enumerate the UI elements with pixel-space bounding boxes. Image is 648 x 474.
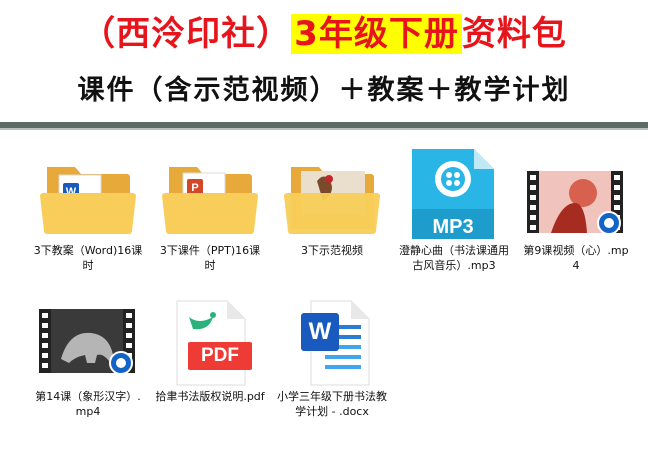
file-item-video-14[interactable]: 第14课（象形汉字）.mp4 (33, 299, 143, 419)
file-item-pdf[interactable]: PDF 拾聿书法版权说明.pdf (155, 299, 265, 404)
word-file-icon: W (277, 299, 387, 389)
file-item-docx[interactable]: W 小学三年级下册书法教学计划 - .docx (277, 299, 387, 419)
word-badge: W (301, 313, 339, 351)
pdf-badge: PDF (188, 342, 252, 370)
file-item-video-9[interactable]: 第9课视频（心）.mp4 (521, 153, 631, 273)
banner: （西泠印社）3年级下册资料包 课件（含示范视频）＋教案＋教学计划 (0, 0, 648, 128)
file-name: 小学三年级下册书法教学计划 - .docx (277, 390, 387, 418)
file-name: 第9课视频（心）.mp4 (523, 244, 629, 272)
title-prefix: （西泠印社） (81, 14, 292, 54)
file-explorer-grid: W 3下教案（Word)16课时 P 3下课件（PPT)16课时 3下示范视频 … (23, 143, 633, 450)
banner-subtitle: 课件（含示范视频）＋教案＋教学计划 (77, 75, 571, 106)
mp3-file-icon: MP3 (399, 147, 509, 243)
svg-text:P: P (191, 182, 198, 194)
file-name: 第14课（象形汉字）.mp4 (35, 390, 141, 418)
file-name: 3下教案（Word)16课时 (33, 244, 143, 272)
file-item-folder-video[interactable]: 3下示范视频 (277, 153, 387, 258)
file-item-mp3[interactable]: MP3 澄静心曲（书法课通用古风音乐）.mp3 (399, 147, 509, 273)
file-item-folder-word[interactable]: W 3下教案（Word)16课时 (33, 153, 143, 273)
video-thumbnail-icon (521, 153, 631, 243)
folder-video-icon (277, 153, 387, 243)
file-name: 3下示范视频 (301, 244, 363, 257)
pdf-file-icon: PDF (155, 299, 265, 389)
folder-word-icon: W (33, 153, 143, 243)
file-name: 拾聿书法版权说明.pdf (155, 390, 265, 403)
video-thumbnail-icon (33, 299, 143, 389)
mp3-badge: MP3 (432, 216, 474, 238)
file-name: 3下课件（PPT)16课时 (159, 244, 261, 272)
banner-title: （西泠印社）3年级下册资料包 (0, 12, 648, 56)
title-highlight: 3年级下册 (291, 14, 462, 54)
folder-ppt-icon: P (155, 153, 265, 243)
title-suffix: 资料包 (461, 14, 567, 54)
file-item-folder-ppt[interactable]: P 3下课件（PPT)16课时 (155, 153, 265, 273)
divider-shadow (0, 128, 648, 130)
file-name: 澄静心曲（书法课通用古风音乐）.mp3 (399, 244, 509, 272)
